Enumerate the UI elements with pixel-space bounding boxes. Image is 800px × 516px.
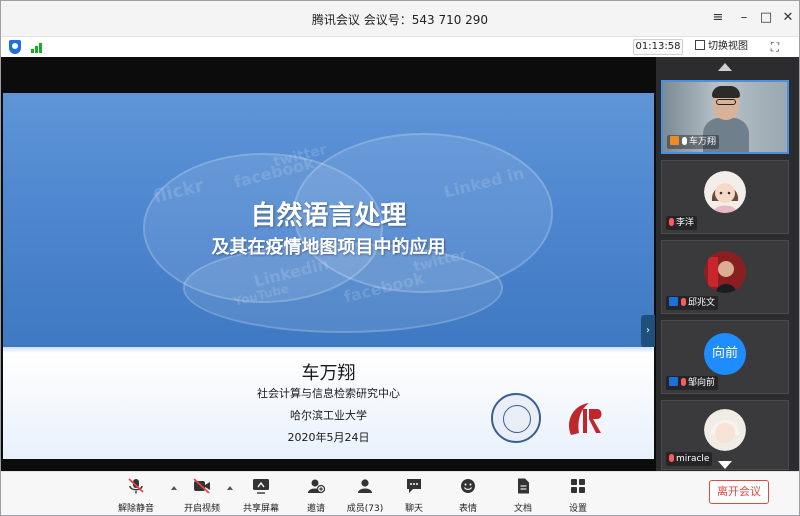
cartoon-avatar-icon <box>704 409 746 451</box>
security-shield-icon[interactable] <box>9 40 21 54</box>
invite-button[interactable]: 邀请 <box>289 476 343 514</box>
collapse-panel-button[interactable]: › <box>641 315 655 347</box>
meeting-timer: 01:13:58 <box>633 39 683 55</box>
participant-name-tag: miracle <box>666 452 713 466</box>
start-video-label: 开启视频 <box>183 504 220 514</box>
documents-button[interactable]: 文档 <box>496 476 550 514</box>
document-icon <box>518 478 529 494</box>
university-seal-logo <box>491 393 541 443</box>
members-icon <box>358 479 372 493</box>
participant-name-tag: 车万翔 <box>667 135 720 149</box>
slide-title: 自然语言处理 <box>250 201 407 231</box>
close-button[interactable]: ✕ <box>779 9 797 27</box>
settings-grid-icon <box>571 479 585 493</box>
participant-tile[interactable]: miracle <box>661 400 789 470</box>
documents-label: 文档 <box>513 504 532 514</box>
user-icon <box>669 297 678 306</box>
presentation-slide: flickr facebook twitter Linked in YouTub… <box>3 93 654 459</box>
slide-university: 哈尔滨工业大学 <box>290 409 367 422</box>
settings-label: 设置 <box>568 504 587 514</box>
photo-avatar-icon <box>704 251 746 293</box>
grid-view-icon <box>695 40 705 50</box>
video-off-icon <box>193 478 210 494</box>
slide-subtitle: 及其在疫情地图项目中的应用 <box>211 237 446 258</box>
fullscreen-icon[interactable]: ⛶ <box>767 39 783 55</box>
mic-icon <box>682 137 687 145</box>
ir-lab-logo <box>569 403 602 435</box>
invite-label: 邀请 <box>306 504 325 514</box>
shared-screen: flickr facebook twitter Linked in YouTub… <box>1 57 656 471</box>
slide-lab: 社会计算与信息检索研究中心 <box>257 387 400 400</box>
video-options-caret-icon[interactable] <box>227 486 233 490</box>
meeting-window: 腾讯会议 会议号：543 710 290 ≡ – □ ✕ 01:13:58 切换… <box>0 0 800 516</box>
invite-user-icon <box>308 479 326 494</box>
muted-mic-icon <box>669 454 674 462</box>
participant-name: 邹向前 <box>688 378 716 388</box>
unmute-button[interactable]: 解除静音 <box>109 476 163 514</box>
members-button[interactable]: 成员(73) <box>338 476 392 514</box>
menu-icon[interactable]: ≡ <box>709 9 727 27</box>
unmute-label: 解除静音 <box>117 504 154 514</box>
user-icon <box>669 377 678 386</box>
participant-name-tag: 邱兆文 <box>666 296 719 310</box>
window-title: 腾讯会议 会议号：543 710 290 <box>311 13 489 27</box>
participant-name: miracle <box>676 454 710 464</box>
members-label: 成员(73) <box>346 504 384 514</box>
meeting-toolbar: 解除静音 开启视频 共享屏幕 邀请 成员(73) 聊天 表情 文档 设置 离开会… <box>1 471 799 515</box>
participant-panel: 车万翔 李洋 邱兆文 向前 邹向前 miracle <box>656 57 799 471</box>
settings-button[interactable]: 设置 <box>551 476 605 514</box>
slide-header-area: flickr facebook twitter Linked in YouTub… <box>3 93 654 347</box>
cartoon-avatar-icon <box>704 171 746 213</box>
switch-view-button[interactable]: 切换视图 <box>695 39 757 55</box>
network-signal-icon[interactable] <box>31 41 45 53</box>
participant-name-tag: 邹向前 <box>666 376 719 390</box>
slide-author: 车万翔 <box>301 363 356 384</box>
share-screen-icon <box>253 479 269 494</box>
scroll-down-arrow-icon[interactable] <box>718 461 732 469</box>
participant-tile[interactable]: 向前 邹向前 <box>661 320 789 394</box>
emoji-button[interactable]: 表情 <box>441 476 495 514</box>
participant-tile[interactable]: 邱兆文 <box>661 240 789 314</box>
text-avatar: 向前 <box>704 333 746 375</box>
status-bar: 01:13:58 切换视图 ⛶ <box>1 37 799 57</box>
scroll-up-arrow-icon[interactable] <box>718 63 732 71</box>
participant-name: 邱兆文 <box>688 298 716 308</box>
chat-bubble-icon <box>407 479 421 493</box>
host-icon <box>670 136 679 145</box>
minimize-button[interactable]: – <box>735 9 753 27</box>
slide-date: 2020年5月24日 <box>287 431 370 444</box>
chat-label: 聊天 <box>404 504 423 514</box>
muted-mic-icon <box>681 298 686 306</box>
leave-meeting-button[interactable]: 离开会议 <box>709 480 769 504</box>
participant-name: 李洋 <box>676 218 695 228</box>
muted-mic-icon <box>128 478 144 494</box>
chat-button[interactable]: 聊天 <box>387 476 441 514</box>
smiley-icon <box>461 479 475 493</box>
participant-tile[interactable]: 车万翔 <box>661 80 789 154</box>
slide-footer-area: 车万翔 社会计算与信息检索研究中心 哈尔滨工业大学 2020年5月24日 <box>3 353 654 459</box>
emoji-label: 表情 <box>458 504 477 514</box>
participant-name: 车万翔 <box>689 137 717 147</box>
participant-tile[interactable]: 李洋 <box>661 160 789 234</box>
title-bar: 腾讯会议 会议号：543 710 290 ≡ – □ ✕ <box>1 1 799 37</box>
participant-name-tag: 李洋 <box>666 216 698 230</box>
muted-mic-icon <box>681 378 686 386</box>
share-screen-button[interactable]: 共享屏幕 <box>234 476 288 514</box>
start-video-button[interactable]: 开启视频 <box>175 476 229 514</box>
muted-mic-icon <box>669 218 674 226</box>
maximize-button[interactable]: □ <box>757 9 775 27</box>
share-screen-label: 共享屏幕 <box>242 504 279 514</box>
switch-view-label: 切换视图 <box>708 41 748 52</box>
